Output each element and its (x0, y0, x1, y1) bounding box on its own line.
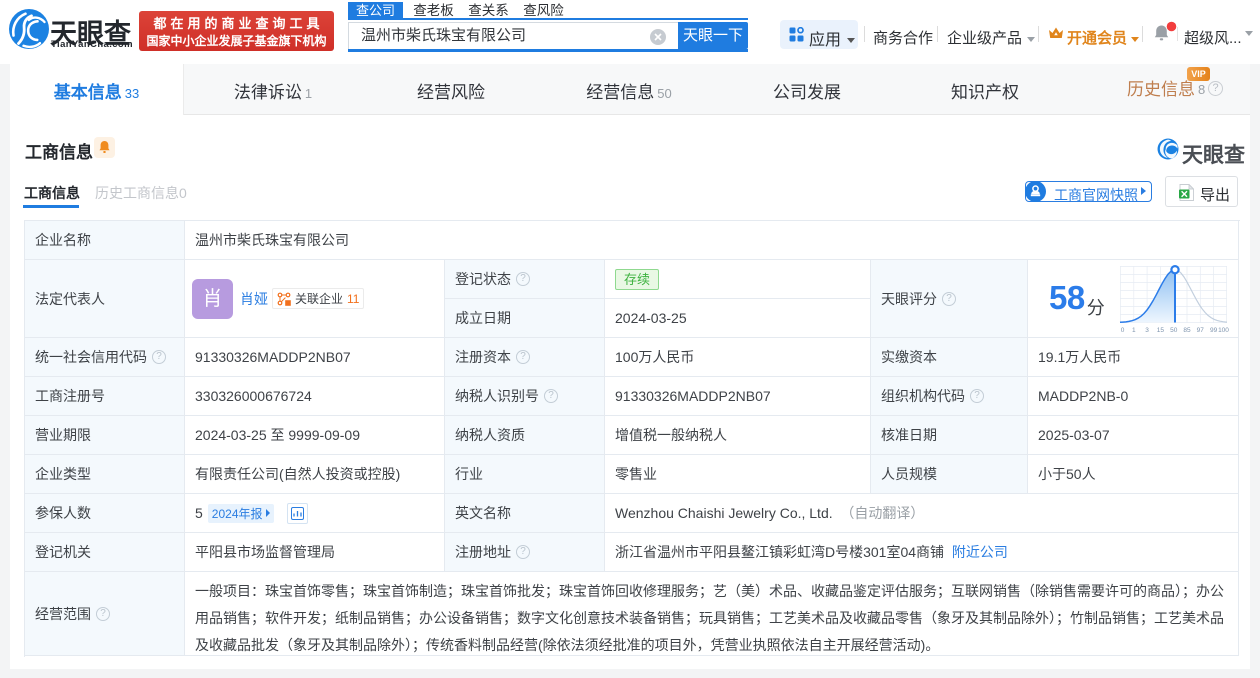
svg-text:100: 100 (1218, 327, 1229, 334)
svg-text:50: 50 (1170, 327, 1178, 334)
svg-text:3: 3 (1145, 327, 1149, 334)
svg-text:0: 0 (1121, 327, 1125, 334)
svg-text:1: 1 (1132, 327, 1136, 334)
svg-text:85: 85 (1183, 327, 1191, 334)
svg-text:97: 97 (1197, 327, 1205, 334)
svg-text:15: 15 (1157, 327, 1165, 334)
svg-text:99: 99 (1210, 327, 1218, 334)
